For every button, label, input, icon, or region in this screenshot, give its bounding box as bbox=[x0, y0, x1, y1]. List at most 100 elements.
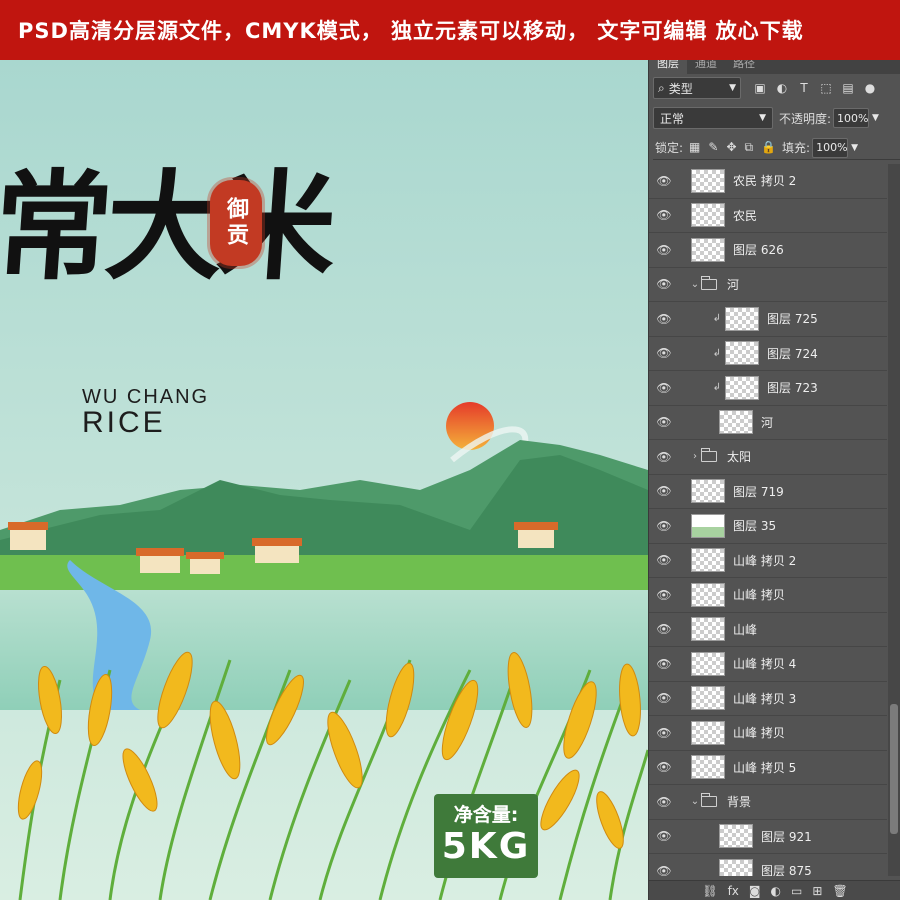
opacity-label: 不透明度: bbox=[779, 111, 832, 126]
adjustment-filter-icon[interactable]: ◐ bbox=[775, 81, 789, 95]
subtitle-rice: RICE bbox=[82, 406, 166, 439]
layer-name: 山峰 拷贝 5 bbox=[733, 760, 797, 775]
chevron-down-icon[interactable]: ⌄ bbox=[689, 279, 701, 290]
eye-icon[interactable]: 👁 bbox=[649, 553, 679, 567]
fill-input[interactable]: 100% bbox=[812, 137, 849, 158]
eye-icon[interactable]: 👁 bbox=[649, 726, 679, 740]
eye-icon[interactable]: 👁 bbox=[649, 450, 679, 464]
eye-icon[interactable]: 👁 bbox=[649, 312, 679, 326]
layer-group-row[interactable]: 👁 ⌄ 背景 bbox=[649, 785, 887, 820]
layer-thumbnail bbox=[719, 410, 753, 435]
layer-thumbnail bbox=[691, 168, 725, 193]
eye-icon[interactable]: 👁 bbox=[649, 588, 679, 602]
eye-icon[interactable]: 👁 bbox=[649, 346, 679, 360]
eye-icon[interactable]: 👁 bbox=[649, 657, 679, 671]
shape-filter-icon[interactable]: ⬚ bbox=[819, 81, 833, 95]
layer-thumbnail bbox=[691, 479, 725, 504]
eye-icon[interactable]: 👁 bbox=[649, 760, 679, 774]
tab-layers[interactable]: 图层 bbox=[649, 60, 687, 74]
opacity-input[interactable]: 100% bbox=[833, 108, 870, 128]
chevron-down-icon[interactable]: ⌄ bbox=[689, 796, 701, 807]
eye-icon[interactable]: 👁 bbox=[649, 864, 679, 876]
new-group-icon[interactable]: ▭ bbox=[791, 884, 802, 898]
smart-object-filter-icon[interactable]: ▤ bbox=[841, 81, 855, 95]
mask-icon[interactable]: ◙ bbox=[749, 884, 761, 898]
pixel-filter-icon[interactable]: ▣ bbox=[753, 81, 767, 95]
layer-thumbnail bbox=[719, 858, 753, 876]
eye-icon[interactable]: 👁 bbox=[649, 519, 679, 533]
layer-row[interactable]: 👁 山峰 bbox=[649, 613, 887, 647]
layers-panel: 图层 通道 路径 ⌕ 类型 ▼ ▣ ◐ T ⬚ ▤ ● 正常 ▼ 不透明度: 1… bbox=[648, 60, 900, 900]
layer-thumbnail bbox=[725, 341, 759, 366]
filter-toggle-icon[interactable]: ● bbox=[863, 81, 877, 95]
eye-icon[interactable]: 👁 bbox=[649, 381, 679, 395]
chevron-down-icon: ▼ bbox=[729, 83, 736, 93]
layer-group-row[interactable]: 👁 ⌄ 河 bbox=[649, 268, 887, 302]
layer-row[interactable]: 👁 山峰 拷贝 2 bbox=[649, 544, 887, 578]
eye-icon[interactable]: 👁 bbox=[649, 277, 679, 291]
layer-row[interactable]: 👁 ↲ 图层 724 bbox=[649, 337, 887, 371]
layer-row[interactable]: 👁 农民 bbox=[649, 199, 887, 233]
eye-icon[interactable]: 👁 bbox=[649, 795, 679, 809]
eye-icon[interactable]: 👁 bbox=[649, 691, 679, 705]
eye-icon[interactable]: 👁 bbox=[649, 174, 679, 188]
layer-row[interactable]: 👁 ↲ 图层 725 bbox=[649, 302, 887, 337]
layer-row[interactable]: 👁 图层 35 bbox=[649, 509, 887, 544]
layer-row[interactable]: 👁 ↲ 图层 723 bbox=[649, 371, 887, 406]
sun bbox=[446, 402, 494, 450]
new-layer-icon[interactable]: ⊞ bbox=[812, 884, 822, 898]
fill-chevron-icon[interactable]: ▼ bbox=[851, 143, 858, 153]
tab-channels[interactable]: 通道 bbox=[687, 60, 725, 74]
eye-icon[interactable]: 👁 bbox=[649, 829, 679, 843]
layer-group-row[interactable]: 👁 › 太阳 bbox=[649, 440, 887, 475]
layer-row[interactable]: 👁 图层 626 bbox=[649, 233, 887, 268]
type-filter-icon[interactable]: T bbox=[797, 81, 811, 95]
imperial-seal: 御贡 bbox=[210, 180, 262, 266]
screen: PSD高清分层源文件，CMYK模式， 独立元素可以移动， 文字可编辑 放心下载 bbox=[0, 0, 900, 900]
layer-row[interactable]: 👁 图层 875 bbox=[649, 854, 887, 876]
layer-thumbnail bbox=[691, 617, 725, 642]
layer-row[interactable]: 👁 山峰 拷贝 4 bbox=[649, 647, 887, 682]
clip-arrow-icon: ↲ bbox=[712, 347, 721, 359]
layer-row[interactable]: 👁 河 bbox=[649, 406, 887, 440]
trash-icon[interactable]: 🗑 bbox=[832, 884, 847, 898]
link-icon[interactable]: ⛓ bbox=[702, 884, 717, 898]
chevron-right-icon[interactable]: › bbox=[689, 451, 701, 462]
layer-name: 图层 35 bbox=[733, 519, 777, 534]
clip-arrow-icon: ↲ bbox=[712, 382, 721, 394]
layer-row[interactable]: 👁 图层 719 bbox=[649, 475, 887, 509]
layer-name: 图层 875 bbox=[761, 864, 812, 876]
lock-artboard-icon[interactable]: ⧉ bbox=[745, 140, 754, 155]
lock-move-icon[interactable]: ✥ bbox=[726, 140, 736, 155]
tab-paths[interactable]: 路径 bbox=[725, 60, 763, 74]
layer-thumbnail bbox=[725, 306, 759, 331]
layer-name: 河 bbox=[761, 415, 774, 430]
layer-thumbnail bbox=[725, 375, 759, 400]
eye-icon[interactable]: 👁 bbox=[649, 415, 679, 429]
layer-name: 图层 626 bbox=[733, 243, 784, 258]
layer-filter-dropdown[interactable]: ⌕ 类型 ▼ bbox=[653, 77, 741, 99]
layer-row[interactable]: 👁 山峰 拷贝 5 bbox=[649, 751, 887, 785]
layer-name: 山峰 拷贝 2 bbox=[733, 553, 797, 568]
filter-icons: ▣ ◐ T ⬚ ▤ ● bbox=[753, 81, 877, 95]
layer-thumbnail bbox=[691, 686, 725, 711]
eye-icon[interactable]: 👁 bbox=[649, 243, 679, 257]
layer-row[interactable]: 👁 山峰 拷贝 bbox=[649, 716, 887, 751]
layer-row[interactable]: 👁 农民 拷贝 2 bbox=[649, 164, 887, 199]
blend-mode-dropdown[interactable]: 正常 ▼ bbox=[653, 107, 773, 129]
layer-row[interactable]: 👁 山峰 拷贝 3 bbox=[649, 682, 887, 716]
eye-icon[interactable]: 👁 bbox=[649, 622, 679, 636]
document-canvas[interactable]: 常大米 御贡 WU CHANG RICE 净含量: 5KG bbox=[0, 60, 648, 900]
eye-icon[interactable]: 👁 bbox=[649, 484, 679, 498]
opacity-chevron-icon[interactable]: ▼ bbox=[872, 113, 879, 123]
scrollbar-thumb[interactable] bbox=[890, 704, 898, 834]
adjustment-icon[interactable]: ◐ bbox=[771, 884, 781, 898]
layer-row[interactable]: 👁 山峰 拷贝 bbox=[649, 578, 887, 613]
lock-all-icon[interactable]: 🔒 bbox=[761, 140, 776, 155]
lock-transparency-icon[interactable]: ▦ bbox=[689, 140, 700, 155]
fx-icon[interactable]: fx bbox=[728, 884, 739, 898]
eye-icon[interactable]: 👁 bbox=[649, 208, 679, 222]
layer-scrollbar[interactable] bbox=[888, 164, 900, 876]
lock-brush-icon[interactable]: ✎ bbox=[708, 140, 718, 155]
layer-row[interactable]: 👁 图层 921 bbox=[649, 820, 887, 854]
